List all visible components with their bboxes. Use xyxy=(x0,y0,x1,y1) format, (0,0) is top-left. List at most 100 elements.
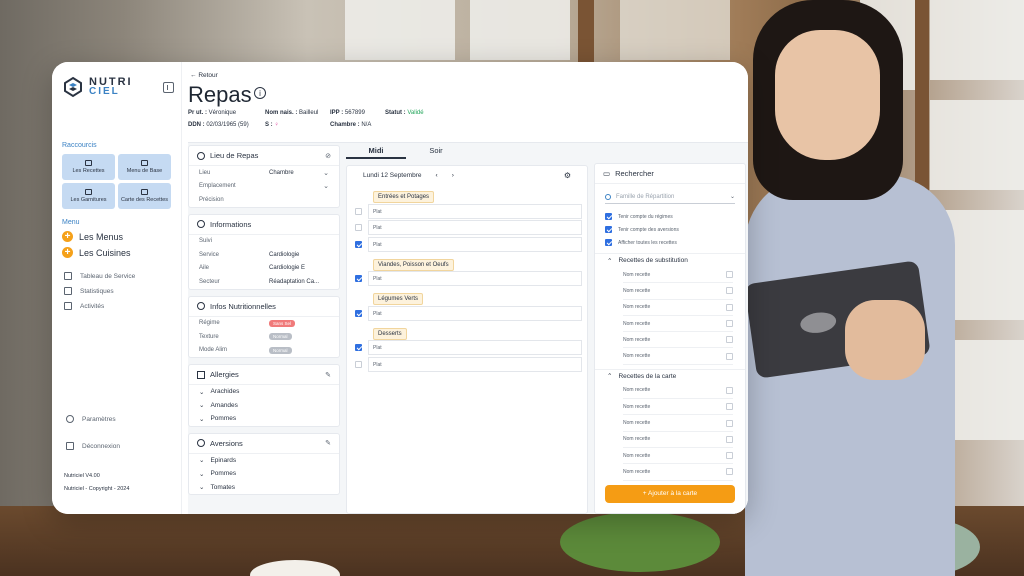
dish-row[interactable]: Plat xyxy=(355,271,582,288)
gear-icon[interactable]: ⚙ xyxy=(564,171,571,180)
dish-checkbox[interactable] xyxy=(355,240,362,248)
collapse-sidebar-icon[interactable] xyxy=(163,82,174,93)
add-to-menu-button[interactable]: + Ajouter à la carte xyxy=(605,485,735,503)
row-value: Chambre xyxy=(269,169,294,176)
recipe-checkbox[interactable] xyxy=(726,435,733,443)
prev-day-icon[interactable]: ‹ xyxy=(436,172,438,179)
group-substitution[interactable]: ⌃ Recettes de substitution xyxy=(595,253,745,267)
status-label: Statut : xyxy=(385,110,406,116)
aversion-item: ⌄ Pommes xyxy=(189,467,339,481)
option-checkbox[interactable] xyxy=(605,226,612,233)
family-select[interactable]: Famille de Répartition ⌄ xyxy=(605,190,735,204)
edit-icon[interactable]: ✎ xyxy=(325,371,331,379)
recipe-checkbox[interactable] xyxy=(726,287,733,295)
allergy-label: Amandes xyxy=(210,401,238,409)
option-checkbox[interactable] xyxy=(605,213,612,220)
recipe-row[interactable]: Nom recette xyxy=(623,300,733,316)
meal-panel: Lundi 12 Septembre ‹ › ⚙ Entrées et Pota… xyxy=(346,165,588,514)
dish-checkbox[interactable] xyxy=(355,207,362,215)
recipe-label: Nom recette xyxy=(623,304,651,311)
dish-checkbox[interactable] xyxy=(355,309,362,317)
shortcut-recettes[interactable]: Les Recettes xyxy=(62,154,115,180)
recipe-checkbox[interactable] xyxy=(726,271,733,279)
shortcut-garnitures[interactable]: Les Garnitures xyxy=(62,183,115,209)
recipe-checkbox[interactable] xyxy=(726,352,733,360)
recipe-row[interactable]: Nom recette xyxy=(623,415,733,432)
allergies-title: Allergies xyxy=(210,370,239,379)
lieu-row[interactable]: Lieu Chambre ⌄ xyxy=(189,166,339,180)
recipe-checkbox[interactable] xyxy=(726,386,733,394)
recipe-row[interactable]: Nom recette xyxy=(623,267,733,284)
chart-icon xyxy=(64,287,72,295)
recipe-row[interactable]: Nom recette xyxy=(623,464,733,481)
next-day-icon[interactable]: › xyxy=(452,172,454,179)
chevron-icon: ⌄ xyxy=(199,484,205,492)
info-icon[interactable]: i xyxy=(254,87,266,99)
dish-label: Plat xyxy=(368,305,582,321)
dish-row[interactable]: Plat xyxy=(355,236,582,253)
dish-checkbox[interactable] xyxy=(355,344,362,352)
recipe-row[interactable]: Nom recette xyxy=(623,316,733,333)
book-icon: ▭ xyxy=(603,169,611,178)
option-regimes[interactable]: Tenir compte du régimes xyxy=(595,210,745,223)
recipe-row[interactable]: Nom recette xyxy=(623,432,733,448)
date-label: Lundi 12 Septembre xyxy=(363,172,422,179)
category-label: Viandes, Poisson et Oeufs xyxy=(373,258,454,271)
allergy-label: Pommes xyxy=(210,415,237,423)
dish-row[interactable]: Plat xyxy=(355,340,582,357)
texture-badge: Normal xyxy=(269,333,292,341)
warning-icon xyxy=(197,370,205,379)
recipe-row[interactable]: Nom recette xyxy=(623,399,733,416)
recipe-row[interactable]: Nom recette xyxy=(623,283,733,300)
heart-icon xyxy=(197,302,205,310)
dish-row[interactable]: Plat xyxy=(355,220,582,237)
dish-row[interactable]: Plat xyxy=(355,305,582,322)
precision-row[interactable]: Précision xyxy=(189,193,339,207)
shortcut-menu-base[interactable]: Menu de Base xyxy=(118,154,171,180)
dish-checkbox[interactable] xyxy=(355,275,362,283)
nav-parametres[interactable]: Paramètres xyxy=(64,415,116,423)
allergies-header: Allergies ✎ xyxy=(189,365,339,385)
option-checkbox[interactable] xyxy=(605,239,612,246)
dish-label: Plat xyxy=(368,356,582,372)
recipe-checkbox[interactable] xyxy=(726,419,733,427)
recipe-checkbox[interactable] xyxy=(726,452,733,460)
nav-tableau-service[interactable]: Tableau de Service xyxy=(62,272,171,280)
recipe-row[interactable]: Nom recette xyxy=(623,383,733,400)
tab-soir[interactable]: Soir xyxy=(406,143,466,159)
option-all-recipes[interactable]: Afficher toutes les recettes xyxy=(595,236,745,249)
tab-midi[interactable]: Midi xyxy=(346,143,406,159)
aversions-header: Aversions ✎ xyxy=(189,434,339,454)
dish-label: Plat xyxy=(368,220,582,236)
edit-icon[interactable]: ✎ xyxy=(325,439,331,447)
recipe-label: Nom recette xyxy=(623,468,651,475)
recipe-row[interactable]: Nom recette xyxy=(623,348,733,365)
nav-deconnexion[interactable]: Déconnexion xyxy=(64,442,120,450)
informations-card: Informations Suivi Service Cardiologie Ai… xyxy=(188,213,340,290)
back-link[interactable]: ← Retour xyxy=(190,72,218,79)
recipe-row[interactable]: Nom recette xyxy=(623,448,733,465)
recipe-checkbox[interactable] xyxy=(726,320,733,328)
menu-item-menus[interactable]: + Les Menus xyxy=(62,231,171,242)
menu-item-cuisines[interactable]: + Les Cuisines xyxy=(62,247,171,258)
recipe-checkbox[interactable] xyxy=(726,468,733,476)
dish-checkbox[interactable] xyxy=(355,224,362,232)
nav-statistiques[interactable]: Statistiques xyxy=(62,287,171,295)
recipe-checkbox[interactable] xyxy=(726,403,733,411)
dish-row[interactable]: Plat xyxy=(355,203,582,220)
hand xyxy=(845,300,925,380)
recipe-checkbox[interactable] xyxy=(726,336,733,344)
emplacement-row[interactable]: Emplacement ⌄ xyxy=(189,180,339,194)
dish-checkbox[interactable] xyxy=(355,360,362,368)
shortcut-carte-recettes[interactable]: Carte des Recettes xyxy=(118,183,171,209)
eye-off-icon[interactable]: ⊘ xyxy=(325,152,331,160)
back-label: Retour xyxy=(198,72,218,79)
recipe-checkbox[interactable] xyxy=(726,303,733,311)
patient-meta-col3: IPP : 567899 Chambre : N/A xyxy=(330,107,371,131)
lieu-header: Lieu de Repas ⊘ xyxy=(189,146,339,166)
group-carte[interactable]: ⌃ Recettes de la carte xyxy=(595,368,745,383)
recipe-row[interactable]: Nom recette xyxy=(623,332,733,349)
nav-activites[interactable]: Activités xyxy=(62,302,171,310)
option-aversions[interactable]: Tenir compte des aversions xyxy=(595,223,745,236)
dish-row[interactable]: Plat xyxy=(355,356,582,373)
